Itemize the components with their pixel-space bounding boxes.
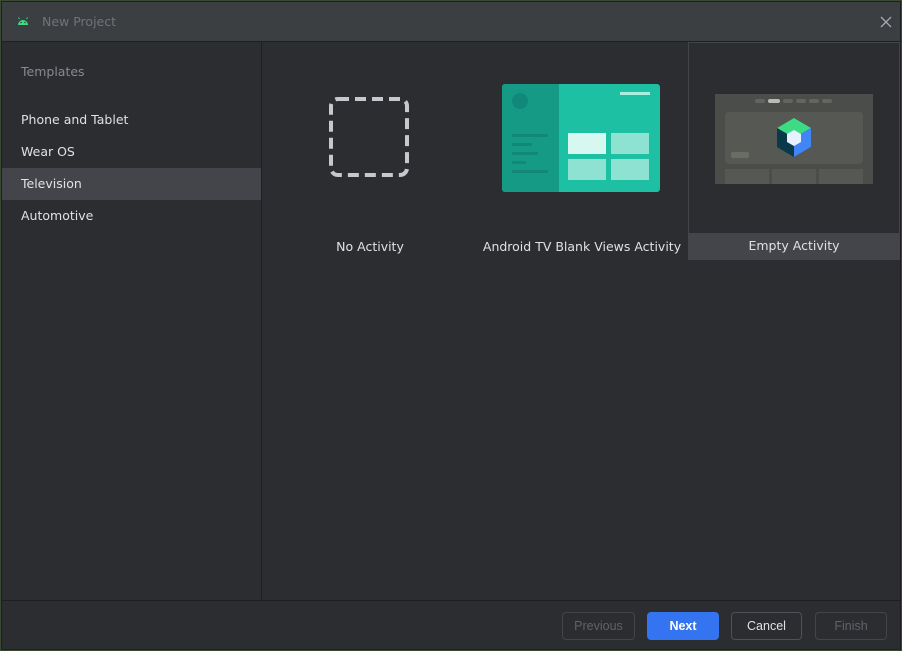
- previous-button[interactable]: Previous: [562, 612, 635, 640]
- sidebar-heading: Templates: [21, 64, 85, 79]
- template-no-activity[interactable]: No Activity: [264, 42, 476, 260]
- template-label: No Activity: [336, 239, 404, 254]
- template-gallery: No Activity Android TV Blank Views Activ…: [262, 42, 900, 600]
- sidebar-item-wear-os[interactable]: Wear OS: [2, 136, 261, 168]
- tv-blank-views-thumbnail: [502, 84, 660, 192]
- template-label: Android TV Blank Views Activity: [482, 239, 682, 254]
- sidebar-item-phone-and-tablet[interactable]: Phone and Tablet: [2, 104, 261, 136]
- dashed-empty-icon: [329, 97, 409, 177]
- android-icon: [18, 17, 28, 25]
- templates-sidebar: Templates Phone and Tablet Wear OS Telev…: [2, 42, 262, 600]
- compose-empty-activity-thumbnail: [715, 94, 873, 184]
- new-project-dialog: New Project Templates Phone and Tablet W…: [1, 1, 901, 650]
- dialog-footer: Previous Next Cancel Finish: [2, 600, 900, 649]
- cancel-button[interactable]: Cancel: [731, 612, 802, 640]
- sidebar-item-automotive[interactable]: Automotive: [2, 200, 261, 232]
- finish-button[interactable]: Finish: [815, 612, 887, 640]
- close-icon[interactable]: [876, 12, 896, 32]
- title-bar: New Project: [2, 2, 900, 42]
- template-empty-activity[interactable]: Empty Activity: [688, 42, 900, 260]
- template-android-tv-blank-views[interactable]: Android TV Blank Views Activity: [476, 42, 688, 260]
- template-label: Empty Activity: [689, 233, 899, 259]
- sidebar-item-television[interactable]: Television: [2, 168, 261, 200]
- next-button[interactable]: Next: [647, 612, 719, 640]
- window-title: New Project: [42, 14, 117, 29]
